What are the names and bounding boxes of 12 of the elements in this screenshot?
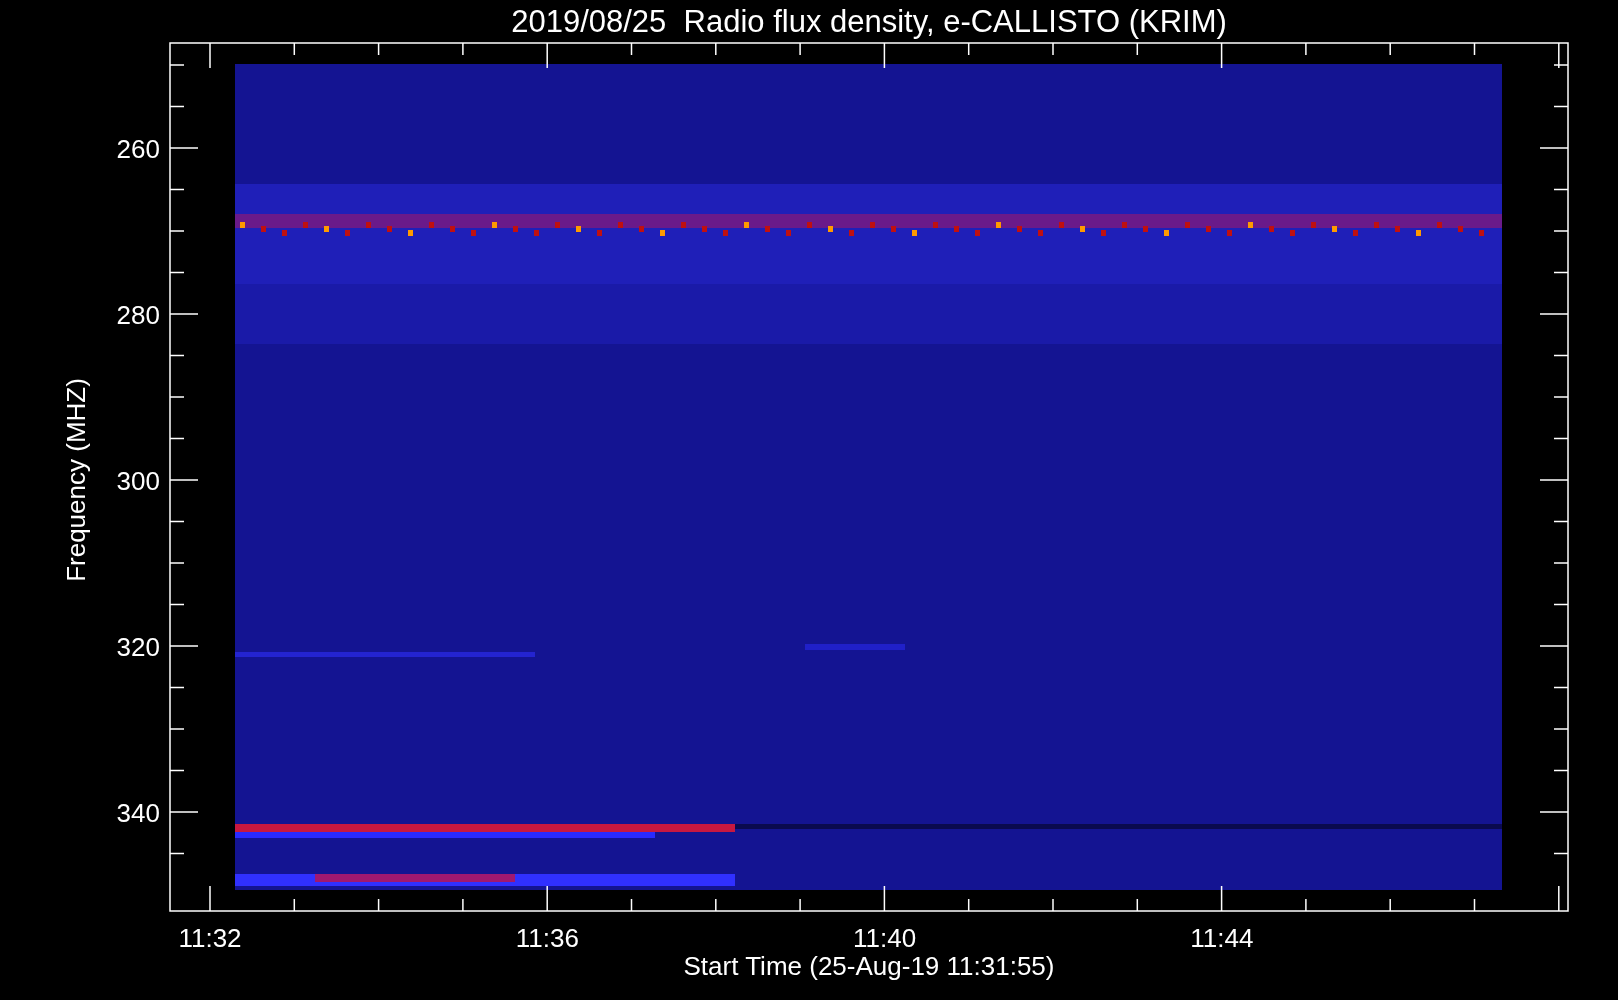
y-tick-label: 300 xyxy=(116,466,160,496)
y-tick-label: 320 xyxy=(116,632,160,662)
x-tick-label: 11:44 xyxy=(1190,923,1254,953)
x-tick-label: 11:36 xyxy=(515,923,579,953)
chart-title: 2019/08/25 Radio flux density, e-CALLISTO (KRIM) xyxy=(511,4,1227,39)
x-axis-label: Start Time (25-Aug-19 11:31:55) xyxy=(683,951,1055,981)
y-tick-label: 260 xyxy=(116,134,160,164)
x-tick-label: 11:32 xyxy=(178,923,242,953)
y-tick-label: 340 xyxy=(116,798,160,828)
x-tick-label: 11:40 xyxy=(853,923,917,953)
y-axis-label: Frequency (MHZ) xyxy=(61,378,91,582)
y-tick-label: 280 xyxy=(116,300,160,330)
